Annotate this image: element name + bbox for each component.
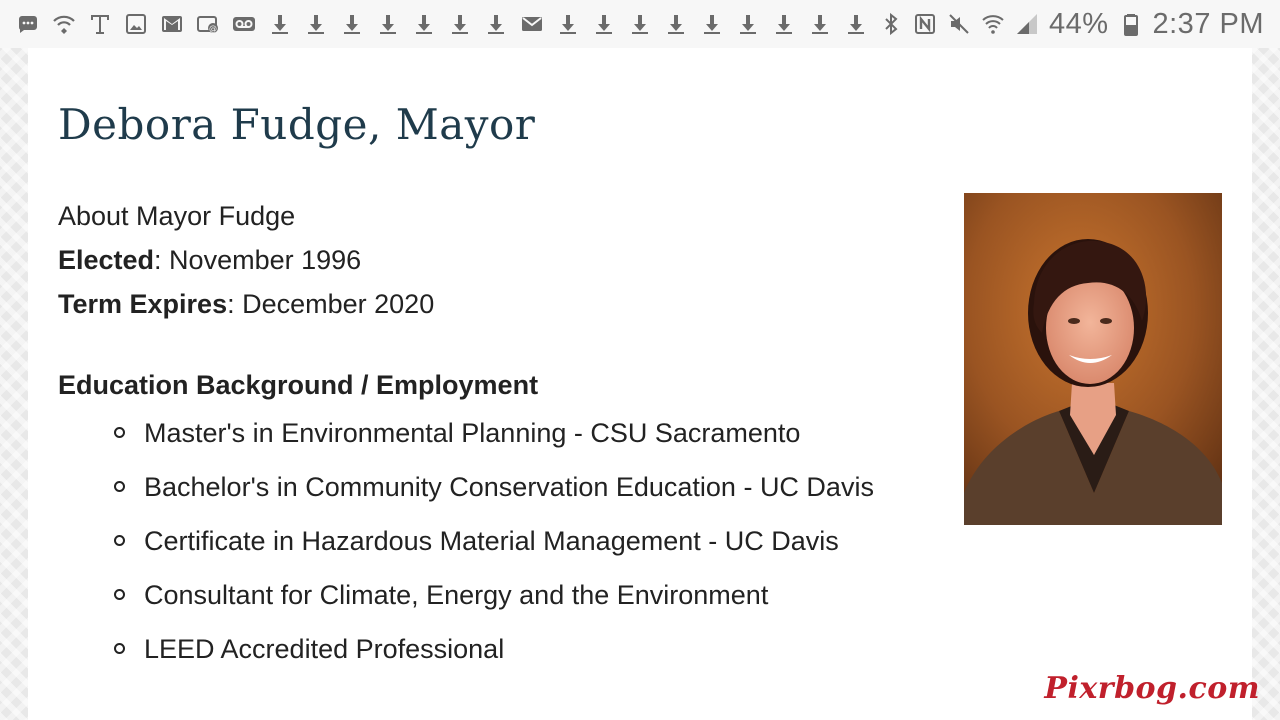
elected-line: Elected: November 1996: [58, 238, 434, 282]
signal-icon: [1015, 12, 1039, 36]
list-item-text: Consultant for Climate, Energy and the E…: [144, 580, 769, 610]
image-icon: [124, 12, 148, 36]
bullet-icon: [114, 427, 125, 438]
notification-icons: @: [0, 12, 868, 36]
download-icon: [628, 12, 652, 36]
download-icon: [736, 12, 760, 36]
education-heading: Education Background / Employment: [58, 370, 539, 400]
gmail-icon: [160, 12, 184, 36]
voicemail-icon: [232, 12, 256, 36]
download-icon: [844, 12, 868, 36]
message-dots-icon: [16, 12, 40, 36]
status-bar: @ 44% 2:37 PM: [0, 0, 1280, 48]
list-item-text: LEED Accredited Professional: [144, 634, 505, 664]
wifi-call-icon: [52, 12, 76, 36]
download-icon: [772, 12, 796, 36]
page-title: Debora Fudge, Mayor: [58, 100, 536, 149]
list-item-text: Master's in Environmental Planning - CSU…: [144, 418, 801, 448]
download-icon: [664, 12, 688, 36]
elected-label: Elected: [58, 245, 155, 275]
battery-percent: 44%: [1048, 7, 1109, 40]
list-item: Bachelor's in Community Conservation Edu…: [114, 466, 874, 520]
clock: 2:37 PM: [1152, 7, 1264, 40]
list-item: Certificate in Hazardous Material Manage…: [114, 520, 874, 574]
education-list: Master's in Environmental Planning - CSU…: [114, 412, 874, 682]
nfc-icon: [913, 12, 937, 36]
download-icon: [340, 12, 364, 36]
bullet-icon: [114, 589, 125, 600]
download-icon: [448, 12, 472, 36]
list-item: Consultant for Climate, Energy and the E…: [114, 574, 874, 628]
download-icon: [592, 12, 616, 36]
tmobile-icon: [88, 12, 112, 36]
email-icon: @: [196, 12, 220, 36]
term-value: : December 2020: [227, 289, 435, 319]
system-icons: 44% 2:37 PM: [879, 8, 1280, 41]
download-icon: [412, 12, 436, 36]
mail-icon: [520, 12, 544, 36]
mayor-portrait-photo: [964, 193, 1222, 525]
mayor-info: About Mayor Fudge Elected: November 1996…: [58, 194, 434, 326]
about-line: About Mayor Fudge: [58, 201, 296, 231]
list-item-text: Bachelor's in Community Conservation Edu…: [144, 472, 874, 502]
wifi-icon: [981, 12, 1005, 36]
download-icon: [376, 12, 400, 36]
bullet-icon: [114, 643, 125, 654]
term-line: Term Expires: December 2020: [58, 282, 434, 326]
term-label: Term Expires: [58, 289, 228, 319]
bullet-icon: [114, 481, 125, 492]
download-icon: [268, 12, 292, 36]
content-card: Debora Fudge, Mayor About Mayor Fudge El…: [28, 48, 1252, 720]
watermark-text: Pixrbog.com: [1044, 671, 1260, 706]
bluetooth-icon: [879, 12, 903, 36]
mute-icon: [947, 12, 971, 36]
svg-text:@: @: [209, 24, 217, 33]
list-item: LEED Accredited Professional: [114, 628, 874, 682]
bullet-icon: [114, 535, 125, 546]
download-icon: [556, 12, 580, 36]
download-icon: [304, 12, 328, 36]
battery-icon: [1119, 12, 1143, 36]
download-icon: [808, 12, 832, 36]
download-icon: [484, 12, 508, 36]
list-item: Master's in Environmental Planning - CSU…: [114, 412, 874, 466]
list-item-text: Certificate in Hazardous Material Manage…: [144, 526, 839, 556]
elected-value: : November 1996: [154, 245, 362, 275]
download-icon: [700, 12, 724, 36]
